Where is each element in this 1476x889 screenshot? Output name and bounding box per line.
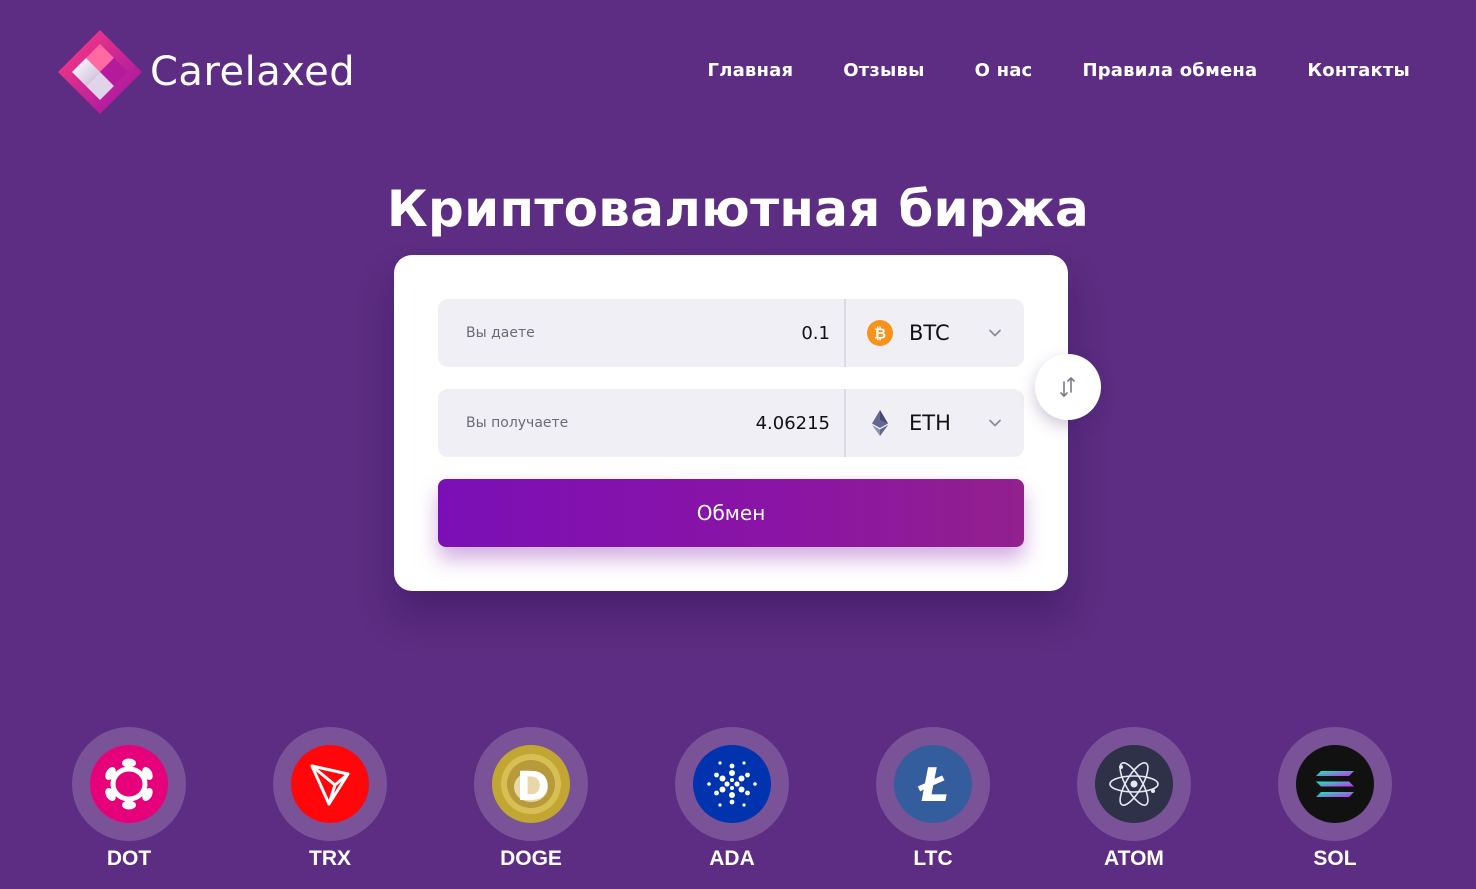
give-amount-input[interactable] [632, 321, 832, 345]
coin-disc [1095, 745, 1173, 823]
coin-label: LTC [913, 847, 953, 870]
chevron-down-icon [989, 419, 1001, 427]
give-label: Вы даете [466, 325, 535, 341]
dogecoin-icon: D [501, 754, 561, 814]
get-label: Вы получаете [466, 415, 569, 431]
exchange-submit-button[interactable]: Обмен [438, 479, 1024, 547]
coin-ring: D [474, 727, 588, 841]
coin-label: ADA [709, 847, 755, 870]
give-currency-code: BTC [909, 321, 950, 345]
coin-label: ATOM [1104, 847, 1164, 870]
coin-item-ada[interactable]: ADA [675, 727, 789, 871]
get-currency-code: ETH [909, 411, 951, 435]
coin-item-ltc[interactable]: Ł LTC [876, 727, 990, 871]
get-field: Вы получаете ETH [438, 389, 1024, 457]
nav-item-about[interactable]: О нас [975, 60, 1033, 81]
coin-label: SOL [1313, 847, 1357, 870]
coin-disc [90, 745, 168, 823]
ethereum-icon [872, 410, 888, 436]
nav-item-home[interactable]: Главная [708, 60, 794, 81]
logo[interactable]: Carelaxed [56, 28, 355, 116]
svg-text:₿: ₿ [874, 325, 886, 343]
litecoin-icon: Ł [917, 758, 949, 812]
nav-item-rules[interactable]: Правила обмена [1082, 60, 1257, 81]
swap-button[interactable] [1035, 354, 1101, 420]
nav-item-contacts[interactable]: Контакты [1307, 60, 1410, 81]
give-currency-select[interactable]: ₿ BTC [846, 299, 1024, 367]
exchange-card: Вы даете ₿ BTC Вы получаете ETH [394, 255, 1101, 591]
coin-disc: Ł [894, 745, 972, 823]
svg-text:D: D [516, 764, 549, 810]
cardano-icon [707, 761, 757, 807]
coin-item-atom[interactable]: ATOM [1077, 727, 1191, 871]
coin-ring [273, 727, 387, 841]
coin-item-trx[interactable]: TRX [273, 727, 387, 871]
coin-ring [675, 727, 789, 841]
get-currency-select[interactable]: ETH [846, 389, 1024, 457]
logo-icon [58, 30, 142, 114]
site-header: Carelaxed Главная Отзывы О нас Правила о… [0, 0, 1476, 150]
chevron-down-icon [989, 329, 1001, 337]
coin-label: DOGE [500, 847, 562, 870]
coin-label: TRX [309, 847, 351, 870]
give-field: Вы даете ₿ BTC [438, 299, 1024, 367]
coin-disc [291, 745, 369, 823]
page-title: Криптовалютная биржа [386, 180, 1090, 238]
main-nav: Главная Отзывы О нас Правила обмена Конт… [708, 60, 1410, 81]
coin-item-sol[interactable]: SOL [1278, 727, 1392, 871]
cosmos-icon [1109, 762, 1159, 806]
coin-ring: Ł [876, 727, 990, 841]
coin-label: DOT [106, 847, 152, 870]
coin-ring [72, 727, 186, 841]
coin-list: DOT TRX D DOGE ADA Ł LTC ATOM SOL [0, 727, 1476, 889]
swap-arrows-icon [1060, 377, 1075, 397]
svg-text:Ł: Ł [917, 758, 949, 812]
coin-item-dot[interactable]: DOT [72, 727, 186, 871]
coin-ring [1278, 727, 1392, 841]
polkadot-icon [105, 758, 153, 810]
coin-disc: D [492, 745, 570, 823]
coin-disc [693, 745, 771, 823]
solana-icon [1316, 771, 1354, 797]
coin-item-doge[interactable]: D DOGE [474, 727, 588, 871]
get-amount-input[interactable] [632, 411, 832, 435]
nav-item-reviews[interactable]: Отзывы [843, 60, 924, 81]
bitcoin-icon: ₿ [867, 320, 893, 346]
coin-ring [1077, 727, 1191, 841]
coin-disc [1296, 745, 1374, 823]
brand-name: Carelaxed [150, 49, 356, 95]
tron-icon [310, 764, 350, 806]
